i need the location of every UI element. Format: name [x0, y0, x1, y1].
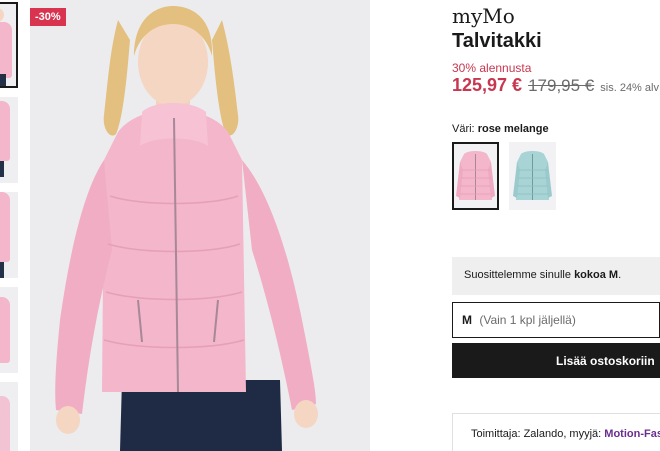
current-price: 125,97 € [452, 75, 523, 95]
color-label: Väri: [452, 123, 475, 135]
thumbnail-3[interactable] [0, 192, 18, 278]
thumbnail-coat [0, 396, 10, 451]
discount-text: 30% alennusta [452, 61, 532, 75]
thumbnail-2[interactable] [0, 97, 18, 183]
color-label-row: Väri: rose melange [452, 123, 549, 135]
selected-size: M [462, 313, 472, 327]
recommendation-prefix: Suosittelemme sinulle [464, 269, 575, 281]
main-product-image[interactable] [30, 0, 370, 451]
delivery-prefix: Toimittaja: Zalando, myyjä: [471, 428, 605, 440]
thumbnail-coat [0, 297, 10, 363]
original-price: 179,95 € [528, 76, 595, 95]
color-value: rose melange [477, 123, 549, 135]
recommendation-suffix: . [618, 269, 622, 281]
price-row: 125,97 € 179,95 € sis. 24% alv [452, 75, 659, 96]
thumbnail-coat [0, 101, 10, 161]
color-swatch-rose-melange[interactable] [452, 142, 499, 210]
vat-note: sis. 24% alv [600, 82, 659, 94]
thumbnail-4[interactable] [0, 287, 18, 373]
thumbnail-head [0, 8, 4, 22]
size-select[interactable]: M (Vain 1 kpl jäljellä) [452, 302, 660, 338]
delivery-info: Toimittaja: Zalando, myyjä: Motion-Fashi… [452, 413, 660, 451]
seller-link[interactable]: Motion-Fashion [604, 428, 660, 440]
thumbnail-coat [0, 192, 10, 262]
thumbnail-coat [0, 22, 12, 78]
color-swatch-light-blue[interactable] [509, 142, 556, 210]
product-title: Talvitakki [452, 30, 542, 52]
stock-note: (Vain 1 kpl jäljellä) [479, 313, 576, 327]
brand-name[interactable]: myMo [452, 4, 515, 28]
recommendation-size: kokoa M [574, 269, 619, 281]
swatch-jacket-icon [513, 151, 552, 200]
product-info: myMo Talvitakki 30% alennusta 125,97 € 1… [452, 0, 660, 451]
thumbnail-legs [0, 161, 4, 177]
thumbnail-legs [0, 262, 4, 278]
swatch-jacket-icon [456, 151, 495, 200]
add-to-cart-button[interactable]: Lisää ostoskoriin [452, 343, 660, 378]
thumbnail-strip [0, 0, 20, 451]
size-recommendation: Suosittelemme sinulle kokoa M. [452, 257, 660, 295]
discount-badge: -30% [30, 8, 66, 26]
model-illustration [30, 0, 370, 451]
thumbnail-5[interactable] [0, 382, 18, 451]
thumbnail-legs [0, 74, 6, 86]
thumbnail-1[interactable] [0, 2, 18, 88]
